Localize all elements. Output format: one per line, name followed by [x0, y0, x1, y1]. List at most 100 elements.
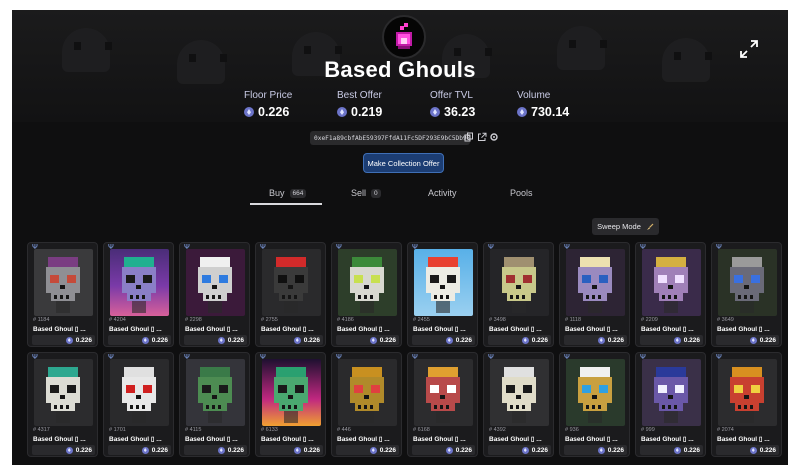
tab-label: Pools — [510, 188, 533, 198]
nft-price: 0.226 — [32, 335, 95, 345]
stat-label: Floor Price — [244, 90, 293, 101]
tab-sell[interactable]: Sell 0 — [351, 188, 381, 206]
nft-card[interactable]: Ψ # 4317 Based Ghoul ▯ ... 0.226 — [27, 352, 98, 457]
nft-card[interactable]: Ψ # 4115 Based Ghoul ▯ ... 0.226 — [179, 352, 250, 457]
nft-card[interactable]: Ψ # 2209 Based Ghoul ▯ ... 0.226 — [635, 242, 706, 347]
nft-image — [718, 359, 777, 426]
nft-price: 0.226 — [716, 445, 779, 455]
eth-icon — [517, 107, 527, 117]
nft-name: Based Ghoul ▯ ... — [185, 436, 238, 443]
make-collection-offer-button[interactable]: Make Collection Offer — [363, 153, 444, 173]
nft-token-number: # 6168 — [413, 427, 430, 433]
app-frame: Based Ghouls Floor Price 0.226 Best Offe… — [12, 10, 788, 465]
stat-value: 0.226 — [258, 105, 290, 119]
nft-image — [642, 359, 701, 426]
eth-icon — [65, 336, 73, 344]
collection-logo — [382, 15, 426, 59]
nft-name: Based Ghoul ▯ ... — [337, 326, 390, 333]
nft-card[interactable]: Ψ # 2074 Based Ghoul ▯ ... 0.226 — [711, 352, 782, 457]
nft-price: 0.226 — [336, 445, 399, 455]
nft-name: Based Ghoul ▯ ... — [717, 436, 770, 443]
nft-name: Based Ghoul ▯ ... — [489, 326, 542, 333]
nft-price: 0.226 — [412, 335, 475, 345]
tab-activity[interactable]: Activity — [428, 188, 457, 206]
nft-card[interactable]: Ψ # 936 Based Ghoul ▯ ... 0.226 — [559, 352, 630, 457]
nft-card[interactable]: Ψ # 2455 Based Ghoul ▯ ... 0.226 — [407, 242, 478, 347]
stat-value: 36.23 — [444, 105, 476, 119]
nft-price: 0.226 — [564, 445, 627, 455]
nft-name: Based Ghoul ▯ ... — [109, 436, 162, 443]
nft-price: 0.226 — [488, 445, 551, 455]
nft-card[interactable]: Ψ # 3649 Based Ghoul ▯ ... 0.226 — [711, 242, 782, 347]
nft-token-number: # 1701 — [109, 427, 126, 433]
nft-price: 0.226 — [108, 335, 171, 345]
nft-image — [262, 359, 321, 426]
nft-price: 0.226 — [184, 445, 247, 455]
tab-pools[interactable]: Pools — [510, 188, 533, 206]
nft-price-value: 0.226 — [227, 446, 244, 454]
nft-card[interactable]: Ψ # 1701 Based Ghoul ▯ ... 0.226 — [103, 352, 174, 457]
nft-name: Based Ghoul ▯ ... — [337, 436, 390, 443]
eth-icon — [430, 107, 440, 117]
nft-card[interactable]: Ψ # 4204 Based Ghoul ▯ ... 0.226 — [103, 242, 174, 347]
nft-token-number: # 2298 — [185, 317, 202, 323]
eth-icon — [293, 336, 301, 344]
nft-price-value: 0.226 — [759, 446, 776, 454]
eth-icon — [65, 446, 73, 454]
stat-value: 0.219 — [351, 105, 383, 119]
nft-price: 0.226 — [260, 335, 323, 345]
nft-name: Based Ghoul ▯ ... — [261, 326, 314, 333]
nft-image — [414, 249, 473, 316]
nft-name: Based Ghoul ▯ ... — [33, 326, 86, 333]
eth-icon — [141, 336, 149, 344]
nft-image — [34, 359, 93, 426]
nft-card[interactable]: Ψ # 4392 Based Ghoul ▯ ... 0.226 — [483, 352, 554, 457]
stat-best-offer: Best Offer 0.219 — [337, 90, 382, 119]
nft-card[interactable]: Ψ # 1118 Based Ghoul ▯ ... 0.226 — [559, 242, 630, 347]
nft-price-value: 0.226 — [75, 336, 92, 344]
eth-icon — [749, 446, 757, 454]
nft-card[interactable]: Ψ # 999 Based Ghoul ▯ ... 0.226 — [635, 352, 706, 457]
eth-icon — [244, 107, 254, 117]
nft-token-number: # 3649 — [717, 317, 734, 323]
nft-token-number: # 1184 — [33, 317, 50, 323]
nft-card[interactable]: Ψ # 1184 Based Ghoul ▯ ... 0.226 — [27, 242, 98, 347]
nft-card[interactable]: Ψ # 4186 Based Ghoul ▯ ... 0.226 — [331, 242, 402, 347]
eth-icon — [597, 336, 605, 344]
external-link-icon[interactable] — [476, 131, 488, 143]
nft-name: Based Ghoul ▯ ... — [185, 326, 238, 333]
nft-token-number: # 2455 — [413, 317, 430, 323]
nft-card[interactable]: Ψ # 2298 Based Ghoul ▯ ... 0.226 — [179, 242, 250, 347]
nft-card[interactable]: Ψ # 3498 Based Ghoul ▯ ... 0.226 — [483, 242, 554, 347]
contract-address[interactable]: 0xeF1a89cbfAbE59397FfdA11Fc5DF293E9bC5Db… — [310, 131, 470, 145]
nft-name: Based Ghoul ▯ ... — [717, 326, 770, 333]
nft-card[interactable]: Ψ # 446 Based Ghoul ▯ ... 0.226 — [331, 352, 402, 457]
eth-icon — [369, 336, 377, 344]
expand-button[interactable] — [738, 38, 760, 60]
copy-icon[interactable] — [463, 131, 475, 143]
nft-card[interactable]: Ψ # 2755 Based Ghoul ▯ ... 0.226 — [255, 242, 326, 347]
nft-price-value: 0.226 — [151, 336, 168, 344]
eth-icon — [217, 446, 225, 454]
nft-price-value: 0.226 — [531, 336, 548, 344]
nft-card[interactable]: Ψ # 6168 Based Ghoul ▯ ... 0.226 — [407, 352, 478, 457]
gear-icon[interactable] — [488, 131, 500, 143]
nft-image — [338, 359, 397, 426]
eth-icon — [749, 336, 757, 344]
nft-token-number: # 4186 — [337, 317, 354, 323]
nft-price-value: 0.226 — [455, 336, 472, 344]
nft-name: Based Ghoul ▯ ... — [413, 326, 466, 333]
sweep-mode-button[interactable]: Sweep Mode — [592, 218, 659, 235]
nft-price-value: 0.226 — [303, 336, 320, 344]
nft-name: Based Ghoul ▯ ... — [413, 436, 466, 443]
nft-name: Based Ghoul ▯ ... — [565, 326, 618, 333]
nft-card[interactable]: Ψ # 6133 Based Ghoul ▯ ... 0.226 — [255, 352, 326, 457]
nft-token-number: # 2755 — [261, 317, 278, 323]
nft-token-number: # 4115 — [185, 427, 202, 433]
nft-price: 0.226 — [336, 335, 399, 345]
nft-image — [338, 249, 397, 316]
sweep-mode-label: Sweep Mode — [597, 222, 641, 231]
nft-image — [34, 249, 93, 316]
tab-label: Buy — [269, 188, 285, 198]
stat-volume: Volume 730.14 — [517, 90, 569, 119]
